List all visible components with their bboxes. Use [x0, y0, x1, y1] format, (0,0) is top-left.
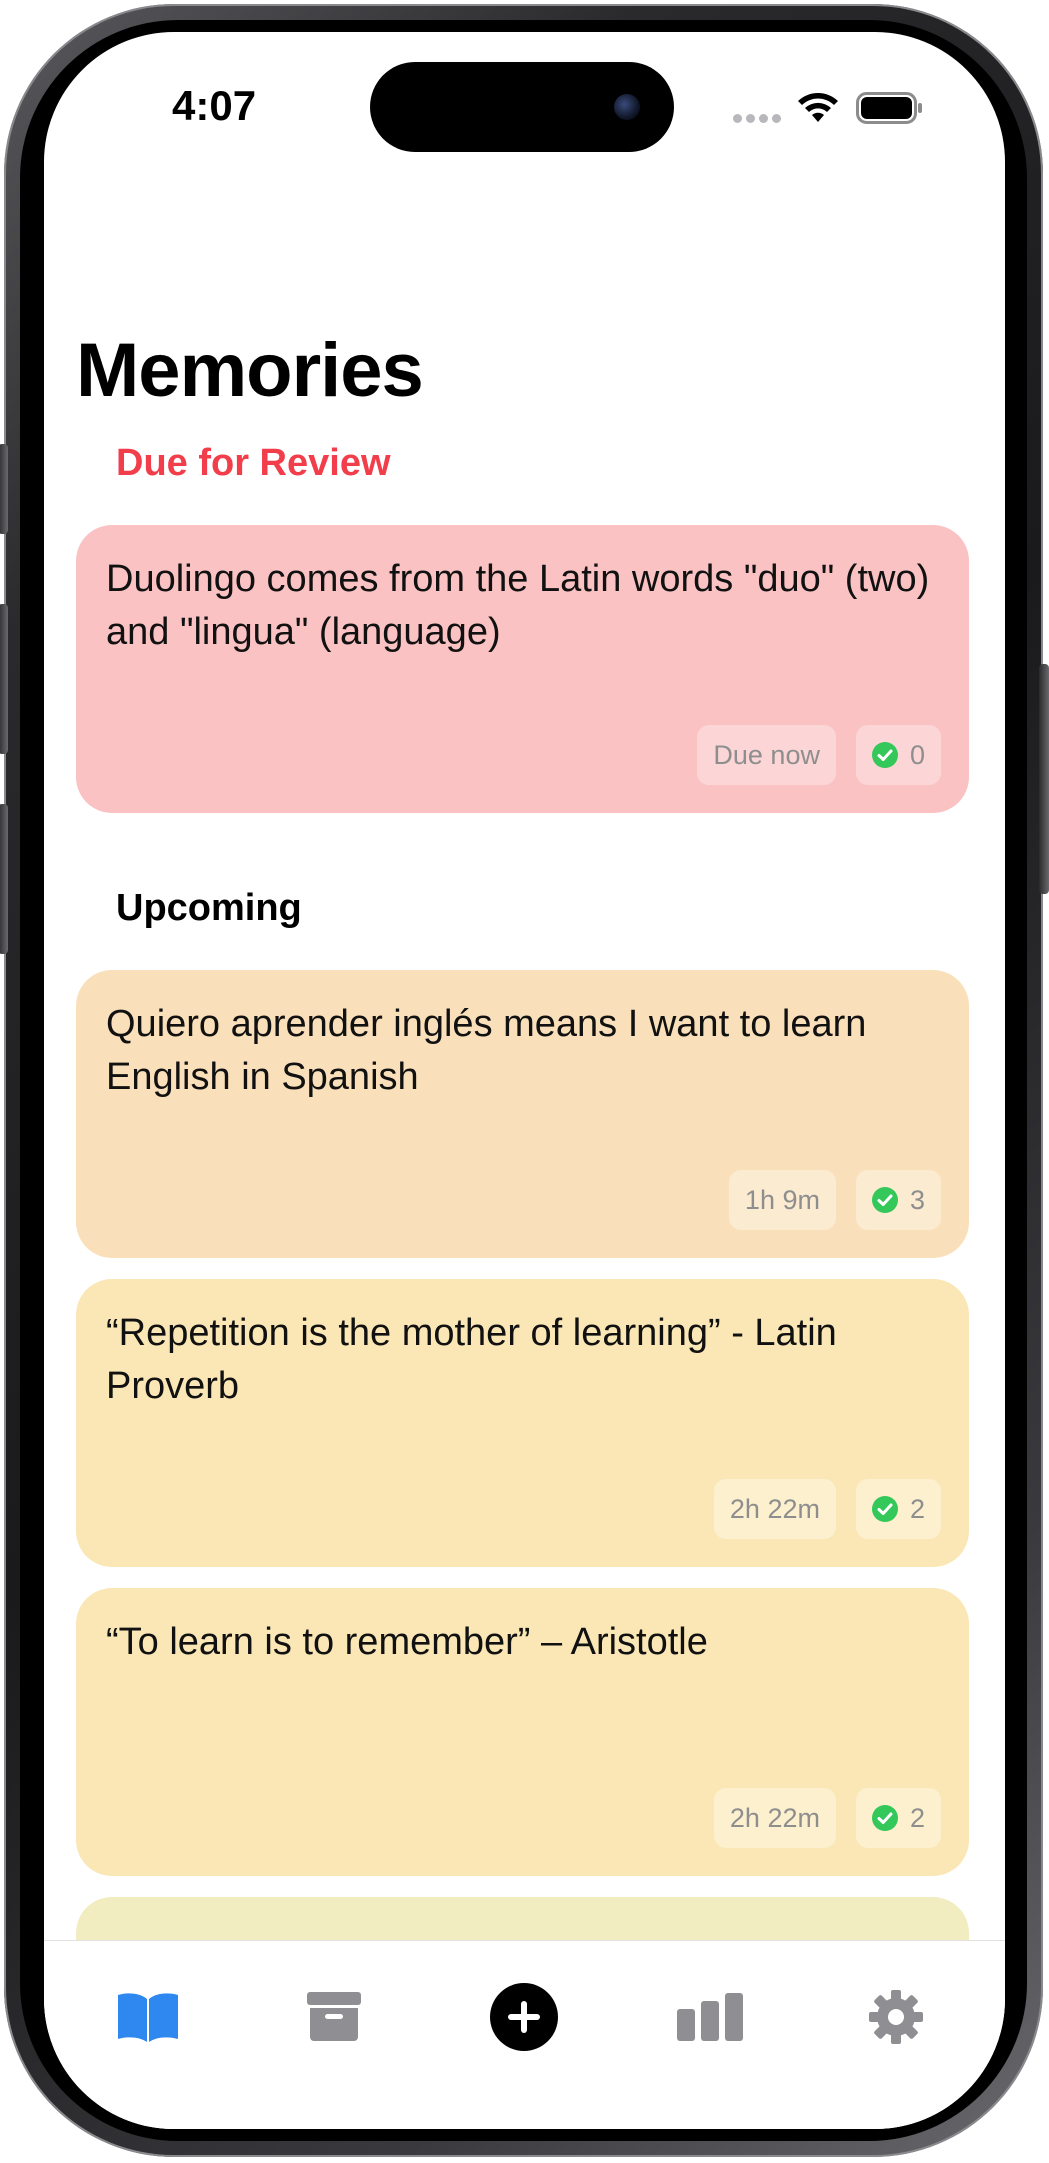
checkmark-circle-icon [871, 1187, 898, 1213]
power-button [1039, 664, 1049, 894]
memory-text: Quiero aprender inglés means I want to l… [106, 1003, 867, 1098]
review-count-badge: 2 [855, 1788, 941, 1848]
memory-text: “Repetition is the mother of learning” -… [106, 1312, 837, 1407]
archive-icon [307, 1992, 361, 2041]
battery-icon [856, 92, 922, 124]
section-upcoming-header: Upcoming [116, 887, 302, 929]
due-badge: 1h 9m [728, 1170, 836, 1230]
volume-up-button [0, 604, 8, 754]
review-count-badge: 3 [855, 1170, 941, 1230]
tab-archive[interactable] [294, 1977, 374, 2057]
tab-memories[interactable] [108, 1977, 188, 2057]
memory-card[interactable]: Duolingo comes from the Latin words "duo… [76, 525, 969, 813]
status-bar: 4:07 [44, 32, 1005, 182]
volume-down-button [0, 804, 8, 954]
memory-card[interactable]: “To learn is to remember” – Aristotle 2h… [76, 1588, 969, 1876]
due-label: 2h 22m [729, 1802, 820, 1833]
due-badge: Due now [697, 725, 836, 785]
review-count: 2 [909, 1493, 925, 1524]
tab-stats[interactable] [670, 1977, 750, 2057]
memory-card[interactable]: “Repetition is the mother of learning” -… [76, 1279, 969, 1567]
due-badge: 2h 22m [713, 1788, 836, 1848]
status-time: 4:07 [172, 82, 257, 129]
wifi-icon [798, 93, 838, 122]
due-label: 2h 22m [729, 1493, 820, 1524]
checkmark-circle-icon [871, 1805, 898, 1831]
card-meta: 1h 9m 3 [728, 1170, 941, 1230]
review-count-badge: 0 [855, 725, 941, 785]
tab-settings[interactable] [856, 1977, 936, 2057]
section-due-header: Due for Review [116, 442, 391, 484]
camera-icon [614, 94, 640, 120]
page-title: Memories [76, 328, 424, 413]
review-count-badge: 2 [855, 1479, 941, 1539]
dynamic-island [370, 62, 674, 152]
card-meta: Due now 0 [697, 725, 941, 785]
gear-icon [869, 1990, 923, 2044]
review-count: 2 [909, 1802, 925, 1833]
review-count: 3 [909, 1184, 925, 1215]
memory-text: Duolingo comes from the Latin words "duo… [106, 558, 930, 653]
card-meta: 2h 22m 2 [713, 1788, 941, 1848]
app-screen: 4:07 Memories Due for Review Duolingo co… [44, 32, 1005, 2129]
plus-circle-icon [490, 1983, 558, 2051]
book-icon [118, 1993, 178, 2042]
memory-card[interactable]: Quiero aprender inglés means I want to l… [76, 970, 969, 1258]
due-label: Due now [713, 739, 820, 770]
card-meta: 2h 22m 2 [713, 1479, 941, 1539]
tab-add[interactable] [484, 1977, 564, 2057]
memory-text: “To learn is to remember” – Aristotle [106, 1621, 708, 1663]
due-badge: 2h 22m [713, 1479, 836, 1539]
due-label: 1h 9m [744, 1184, 820, 1215]
tab-bar [44, 1940, 1005, 2129]
bar-chart-icon [677, 1993, 743, 2041]
cellular-signal-icon [733, 110, 785, 123]
checkmark-circle-icon [871, 1496, 898, 1522]
checkmark-circle-icon [871, 742, 898, 768]
review-count: 0 [909, 739, 925, 770]
action-button [0, 444, 8, 534]
